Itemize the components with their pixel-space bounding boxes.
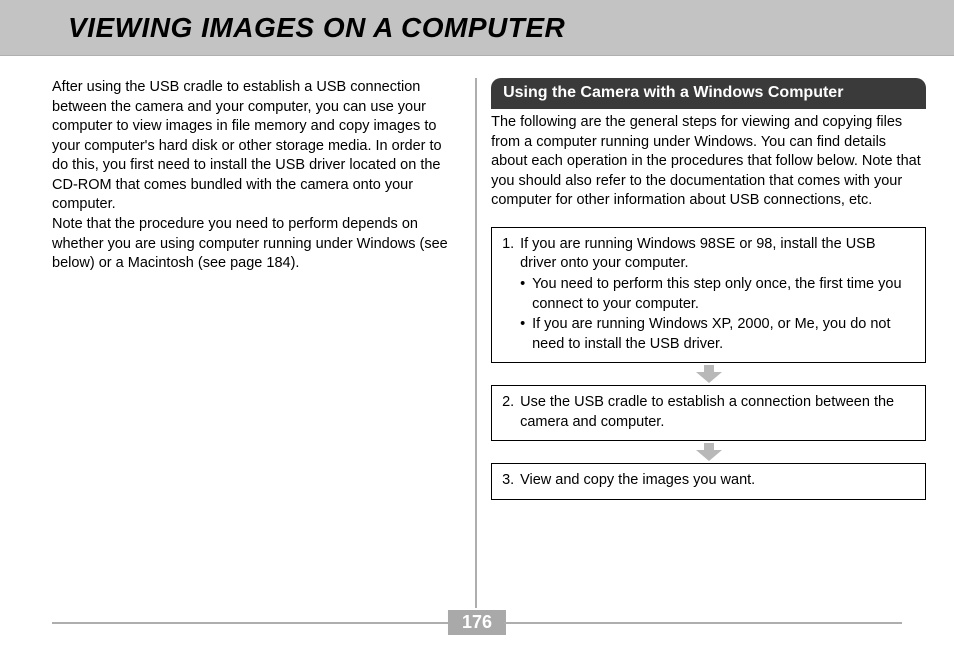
content-area: After using the USB cradle to establish …: [0, 56, 954, 608]
step-box-2: 2. Use the USB cradle to establish a con…: [491, 385, 926, 441]
step-text: If you are running Windows 98SE or 98, i…: [520, 235, 915, 274]
page-title: VIEWING IMAGES ON A COMPUTER: [68, 12, 565, 44]
arrow-down-icon: [696, 443, 722, 461]
section-intro: The following are the general steps for …: [491, 113, 926, 211]
page-number-badge: 176: [448, 610, 506, 635]
step-number: 1.: [502, 235, 520, 274]
intro-paragraph-1: After using the USB cradle to establish …: [52, 78, 457, 215]
arrow-wrap: [491, 443, 926, 461]
step-text: Use the USB cradle to establish a connec…: [520, 393, 915, 432]
bullet-icon: •: [520, 275, 532, 314]
arrow-down-icon: [696, 365, 722, 383]
step-number: 3.: [502, 471, 520, 491]
step-box-3: 3. View and copy the images you want.: [491, 463, 926, 500]
column-divider: [475, 78, 477, 608]
bullet-text: You need to perform this step only once,…: [532, 275, 915, 314]
footer-rule-left: [52, 622, 450, 624]
bullet-text: If you are running Windows XP, 2000, or …: [532, 315, 915, 354]
section-header: Using the Camera with a Windows Computer: [491, 78, 926, 109]
bullet-icon: •: [520, 315, 532, 354]
header-bar: VIEWING IMAGES ON A COMPUTER: [0, 0, 954, 56]
footer: 176: [0, 610, 954, 636]
arrow-wrap: [491, 365, 926, 383]
step-number: 2.: [502, 393, 520, 432]
left-column: After using the USB cradle to establish …: [52, 78, 471, 608]
step-box-1: 1. If you are running Windows 98SE or 98…: [491, 227, 926, 363]
right-column: Using the Camera with a Windows Computer…: [491, 78, 926, 608]
footer-rule-right: [504, 622, 902, 624]
step-text: View and copy the images you want.: [520, 471, 915, 491]
intro-paragraph-2: Note that the procedure you need to perf…: [52, 215, 457, 274]
